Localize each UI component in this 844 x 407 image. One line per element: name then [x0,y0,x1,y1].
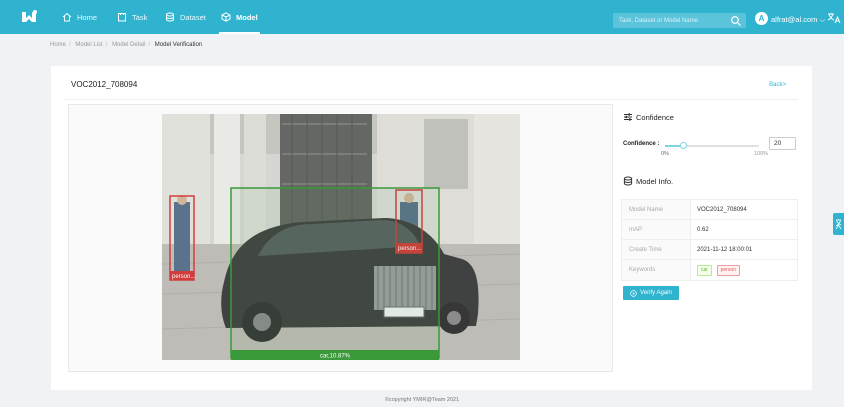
info-key: Create Time [622,240,691,259]
avatar[interactable]: A [755,12,768,25]
play-icon [630,289,637,297]
verify-again-button[interactable]: Verify Again [623,286,679,300]
breadcrumb-home[interactable]: Home [50,42,66,48]
nav-model-label: Model [236,12,258,22]
breadcrumb-current: Model Verification [154,42,203,48]
dataset-icon [165,12,175,22]
logo-icon[interactable] [20,9,38,25]
nav-model[interactable]: Model [219,0,260,34]
confidence-title: Confidence [636,112,674,122]
chevron-down-icon: ⌵ [819,15,826,24]
database-icon [623,176,633,186]
slider-min-label: 0% [661,151,669,157]
slider-max-label: 100% [754,151,769,157]
task-icon [117,12,127,22]
keyword-tags: car person [691,264,743,276]
confidence-input[interactable]: 20 [769,137,796,150]
search-input[interactable]: Task, Dataset or Model Name [613,13,746,28]
verify-again-label: Verify Again [640,290,672,296]
detection-label-person-1: person... [172,274,196,280]
home-icon [62,12,72,22]
info-key: mAP [622,220,691,239]
help-icon [835,219,842,230]
info-row-map: mAP 0.62 [622,220,797,240]
info-row-create-time: Create Time 2021-11-12 18:00:01 [622,240,797,260]
confidence-slider[interactable] [665,142,759,149]
breadcrumb-model-detail[interactable]: Model Detail [112,42,145,48]
user-email: alfrat@al.com [771,15,818,24]
user-menu[interactable]: alfrat@al.com ⌵ [771,13,825,26]
nav-task[interactable]: Task [117,0,147,34]
info-row-model-name: Model Name VOC2012_708094 [622,200,797,220]
nav-home-label: Home [77,12,98,22]
keyword-tag: person [716,264,740,276]
info-value: VOC2012_708094 [697,206,747,213]
info-value: 0.62 [697,226,709,233]
breadcrumb: Home / Model List / Model Detail / Model Ve… [50,42,203,48]
model-info-section-title: Model Info. [623,176,673,186]
search-placeholder: Task, Dataset or Model Name [619,17,699,24]
detection-box-car [230,187,440,359]
confidence-control: Confidence : 0% 100% 20 [623,137,798,161]
confidence-section-title: Confidence [623,112,674,122]
confidence-label: Confidence : [623,141,660,147]
detection-label-car: car,10.87% [320,354,351,360]
info-value: 2021-11-12 18:00:01 [697,246,753,253]
model-icon [221,12,231,22]
verification-card: VOC2012_708094 Back> person... person...… [51,66,812,390]
nav-home[interactable]: Home [62,0,97,34]
info-key: Keywords [622,260,691,280]
breadcrumb-model-list[interactable]: Model List [75,42,102,48]
footer-copyright: ©copyright YMIR@Team 2021 [384,397,460,403]
nav-task-label: Task [132,12,148,22]
model-info-title: Model Info. [636,176,674,186]
language-icon[interactable] [827,12,841,24]
search-icon[interactable] [730,15,742,27]
nav-dataset[interactable]: Dataset [165,0,206,34]
page-title: VOC2012_708094 [71,80,138,89]
top-nav-bar: Home Task Dataset Model Task, Dataset or… [0,0,844,34]
keyword-tag: car [697,264,712,276]
back-link[interactable]: Back> [769,82,786,88]
floating-help-button[interactable] [833,213,844,235]
divider [65,99,798,100]
model-info-table: Model Name VOC2012_708094 mAP 0.62 Creat… [621,199,798,281]
image-preview: person... person... car,10.87% [68,104,613,372]
sliders-icon [624,113,632,121]
info-row-keywords: Keywords car person [622,260,797,280]
verification-image: person... person... car,10.87% [162,114,520,360]
confidence-slider-handle[interactable] [680,142,688,149]
info-key: Model Name [622,200,691,219]
nav-dataset-label: Dataset [180,12,206,22]
